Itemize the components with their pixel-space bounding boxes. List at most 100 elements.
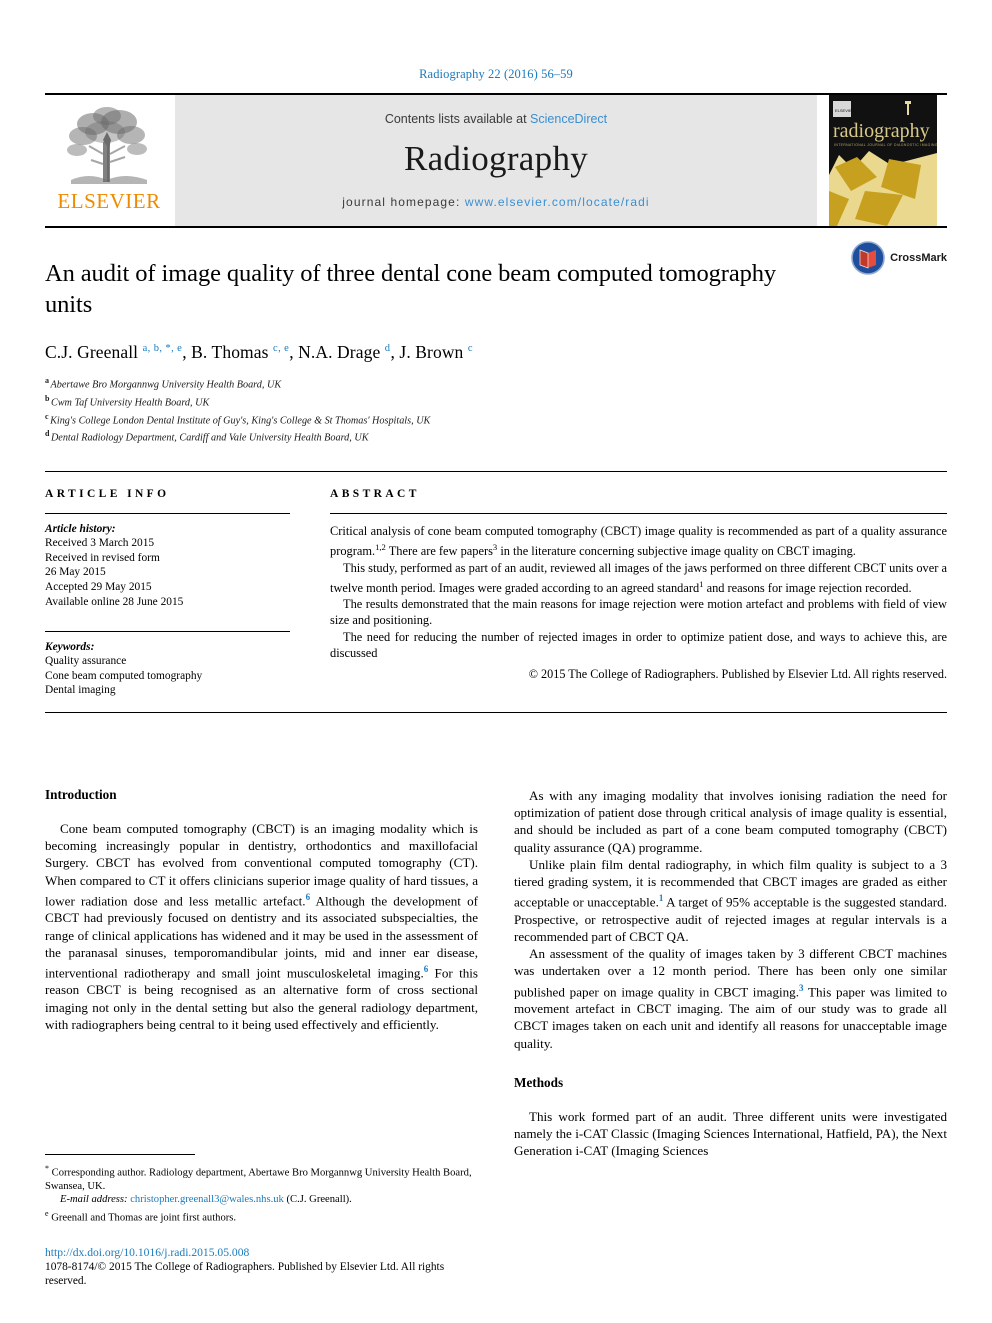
affiliation-item: c King's College London Dental Institute … [45, 410, 947, 428]
running-head: Radiography 22 (2016) 56–59 [419, 67, 573, 81]
affiliation-marker: b [45, 393, 50, 403]
section-heading-introduction: Introduction [45, 786, 117, 802]
sciencedirect-link[interactable]: ScienceDirect [530, 112, 607, 126]
crossmark-icon [851, 241, 885, 275]
abstract-paragraph: The results demonstrated that the main r… [330, 597, 947, 628]
abstract-divider [330, 513, 947, 515]
elsevier-logo: ELSEVIER [45, 95, 173, 226]
author-name: B. Thomas [191, 342, 274, 362]
article-history-label: Article history: [45, 523, 116, 536]
body-paragraph: Cone beam computed tomography (CBCT) is … [45, 820, 478, 1032]
author-name: J. Brown [399, 342, 468, 362]
journal-article-page: Radiography 22 (2016) 56–59 ELSEVIER Con… [0, 0, 992, 1323]
abstract-paragraphs: Critical analysis of cone beam computed … [330, 523, 947, 661]
keyword-item: Dental imaging [45, 684, 116, 697]
info-divider-keywords [45, 631, 290, 633]
svg-text:ELSEVIER: ELSEVIER [835, 108, 855, 113]
abstract-paragraph: The need for reducing the number of reje… [330, 629, 947, 660]
section-heading-methods: Methods [514, 1074, 564, 1090]
affiliation-text: Dental Radiology Department, Cardiff and… [50, 432, 369, 444]
elsevier-tree-icon [67, 107, 147, 184]
joint-authors-note: e Greenall and Thomas are joint first au… [45, 1207, 485, 1225]
body-column-left: Introduction Cone beam computed tomograp… [45, 787, 478, 1159]
body-paragraph: An assessment of the quality of images t… [514, 946, 947, 1051]
right-paragraphs: As with any imaging modality that involv… [514, 787, 947, 1052]
abstract-heading: ABSTRACT [330, 488, 420, 501]
affiliation-item: d Dental Radiology Department, Cardiff an… [45, 427, 947, 445]
email-link[interactable]: christopher.greenall3@wales.nhs.uk [130, 1194, 284, 1205]
author-separator: , [182, 342, 192, 362]
footnote-block: * Corresponding author. Radiology depart… [45, 1153, 485, 1288]
abstract-paragraph: Critical analysis of cone beam computed … [330, 524, 947, 559]
journal-cover: ELSEVIER radiography INTERNATIONAL JOURN… [819, 95, 947, 226]
journal-band: Contents lists available at ScienceDirec… [175, 95, 817, 226]
issn-copyright-line: 1078-8174/© 2015 The College of Radiogra… [45, 1261, 445, 1287]
homepage-prefix: journal homepage: [342, 195, 461, 209]
affiliation-text: Abertawe Bro Morgannwg University Health… [50, 379, 282, 391]
keywords-block: Keywords: Quality assurance Cone beam com… [45, 631, 290, 698]
article-info-heading: ARTICLE INFO [45, 488, 170, 501]
doi-link[interactable]: http://dx.doi.org/10.1016/j.radi.2015.05… [45, 1246, 485, 1260]
author-affiliation-marker: a, b, *, e [142, 343, 183, 355]
article-title-block: CrossMark An audit of image quality of t… [45, 226, 947, 445]
abstract-paragraph: This study, performed as part of an audi… [330, 560, 947, 596]
contents-prefix: Contents lists available at [384, 112, 527, 126]
corresponding-author-note: * Corresponding author. Radiology depart… [45, 1162, 485, 1194]
article-history-item: Available online 28 June 2015 [45, 595, 184, 608]
homepage-url-link[interactable]: www.elsevier.com/locate/radi [465, 195, 650, 209]
article-history-list: Received 3 March 2015 Received in revised… [45, 536, 290, 609]
methods-paragraphs: This work formed part of an audit. Three… [514, 1108, 947, 1160]
affiliation-marker: d [45, 429, 50, 439]
email-label: E-mail address: [60, 1194, 128, 1206]
affiliation-list: a Abertawe Bro Morgannwg University Healt… [45, 374, 947, 445]
intro-paragraphs: Cone beam computed tomography (CBCT) is … [45, 820, 478, 1033]
contents-available-line: Contents lists available at ScienceDirec… [385, 112, 607, 126]
body-paragraph: This work formed part of an audit. Three… [514, 1108, 947, 1159]
keywords-list: Quality assurance Cone beam computed tomo… [45, 654, 290, 698]
keyword-item: Quality assurance [45, 655, 127, 668]
page-title: An audit of image quality of three denta… [45, 260, 777, 318]
affiliation-item: a Abertawe Bro Morgannwg University Healt… [45, 374, 947, 392]
affiliation-marker: c [45, 411, 49, 421]
crossmark-label: CrossMark [890, 252, 947, 264]
svg-text:radiography: radiography [833, 120, 930, 142]
corresponding-marker: * [45, 1163, 49, 1173]
body-columns: Introduction Cone beam computed tomograp… [45, 787, 947, 1159]
affiliation-text: Cwm Taf University Health Board, UK [50, 397, 210, 409]
journal-title: Radiography [403, 139, 589, 178]
affiliation-text: King's College London Dental Institute o… [50, 414, 431, 426]
article-history-item: Accepted 29 May 2015 [45, 580, 152, 593]
journal-masthead: ELSEVIER Contents lists available at Sci… [45, 93, 947, 226]
svg-text:INTERNATIONAL JOURNAL OF DIAGN: INTERNATIONAL JOURNAL OF DIAGNOSTIC IMAG… [834, 143, 937, 147]
abstract-column: ABSTRACT Critical analysis of cone beam … [330, 488, 947, 698]
keywords-label: Keywords: [45, 641, 95, 654]
abstract-copyright: © 2015 The College of Radiographers. Pub… [528, 667, 947, 682]
email-attribution: (C.J. Greenall). [286, 1194, 352, 1206]
author-separator: , [289, 342, 299, 362]
author-affiliation-marker: c [467, 343, 473, 355]
article-history-item: Received in revised form [45, 551, 160, 564]
joint-authors-marker: e [45, 1208, 49, 1218]
doi-block: http://dx.doi.org/10.1016/j.radi.2015.05… [45, 1246, 485, 1288]
affiliation-marker: a [45, 376, 49, 385]
info-abstract-section: ARTICLE INFO Article history: Received 3… [45, 471, 947, 713]
joint-authors-text: Greenall and Thomas are joint first auth… [51, 1212, 237, 1224]
article-history-item: Received 3 March 2015 [45, 537, 155, 550]
elsevier-wordmark: ELSEVIER [57, 189, 161, 213]
author-name: N.A. Drage [298, 342, 385, 362]
author-affiliation-marker: c, e [273, 343, 290, 355]
crossmark-badge[interactable]: CrossMark [851, 241, 947, 275]
body-paragraph: As with any imaging modality that involv… [514, 787, 947, 855]
article-info-column: ARTICLE INFO Article history: Received 3… [45, 488, 290, 698]
body-paragraph: Unlike plain film dental radiography, in… [514, 856, 947, 944]
footnote-divider [45, 1153, 195, 1155]
author-list: C.J. Greenall a, b, *, e, B. Thomas c, e… [45, 342, 947, 363]
corresponding-author-text: Corresponding author. Radiology departme… [45, 1167, 472, 1192]
article-history-item: 26 May 2015 [45, 566, 106, 579]
journal-homepage-line: journal homepage: www.elsevier.com/locat… [342, 195, 649, 209]
journal-cover-image: ELSEVIER radiography INTERNATIONAL JOURN… [829, 95, 937, 226]
keyword-item: Cone beam computed tomography [45, 669, 203, 682]
affiliation-item: b Cwm Taf University Health Board, UK [45, 392, 947, 410]
email-note: E-mail address: christopher.greenall3@wa… [45, 1193, 485, 1207]
body-column-right: As with any imaging modality that involv… [514, 787, 947, 1159]
